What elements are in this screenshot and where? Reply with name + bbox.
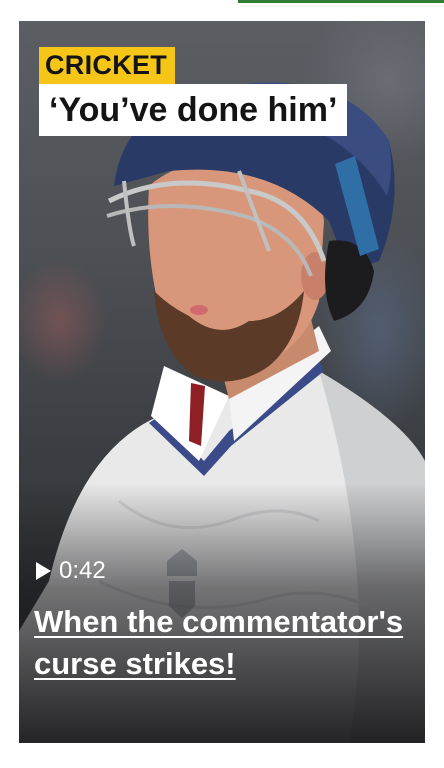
- quote-headline: ‘You’ve done him’: [39, 84, 348, 136]
- video-card[interactable]: CRICKET ‘You’ve done him’ 0:42 When the …: [19, 21, 425, 743]
- play-icon: [36, 562, 51, 580]
- video-duration: 0:42: [36, 557, 106, 585]
- video-title-link[interactable]: When the commentator's curse strikes!: [34, 601, 414, 685]
- duration-text: 0:42: [59, 557, 106, 584]
- top-accent-bar: [238, 0, 444, 3]
- top-bar: [0, 0, 444, 4]
- category-label: CRICKET: [39, 47, 176, 84]
